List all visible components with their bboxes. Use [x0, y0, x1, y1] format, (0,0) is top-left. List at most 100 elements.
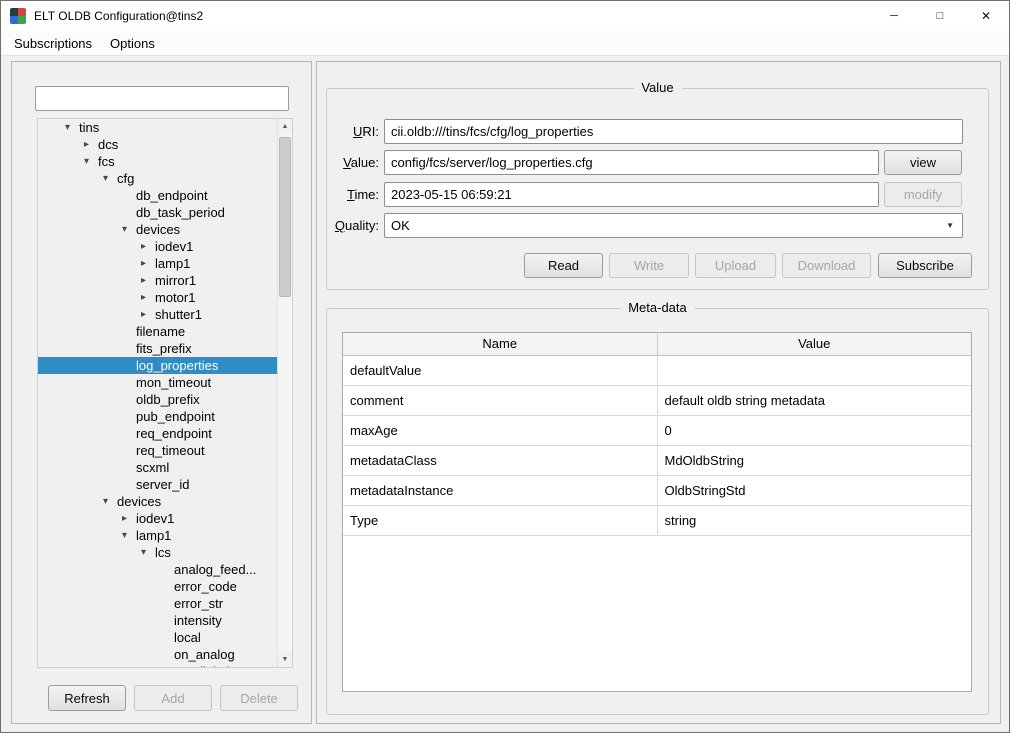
table-row[interactable]: commentdefault oldb string metadata — [343, 386, 971, 416]
tree-item-mon_timeout[interactable]: mon_timeout — [38, 374, 277, 391]
scrollbar-thumb[interactable] — [279, 137, 291, 297]
expander-collapsed-icon[interactable]: ▸ — [122, 510, 136, 527]
tree-item-db_endpoint[interactable]: db_endpoint — [38, 187, 277, 204]
tree-item-db_task_period[interactable]: db_task_period — [38, 204, 277, 221]
tree-item-log_properties[interactable]: log_properties — [38, 357, 277, 374]
tree-item-intensity[interactable]: intensity — [38, 612, 277, 629]
tree-item-filename[interactable]: filename — [38, 323, 277, 340]
expander-expanded-icon[interactable]: ▾ — [84, 153, 98, 170]
oldb-tree: ▾tins▸dcs▾fcs▾cfgdb_endpointdb_task_peri… — [37, 118, 293, 668]
subscribe-button[interactable]: Subscribe — [878, 253, 972, 278]
tree-item-iodev1[interactable]: ▸iodev1 — [38, 238, 277, 255]
expander-collapsed-icon[interactable]: ▸ — [141, 272, 155, 289]
window-title: ELT OLDB Configuration@tins2 — [34, 9, 203, 23]
tree-item-server_id[interactable]: server_id — [38, 476, 277, 493]
tree-item-dcs[interactable]: ▸dcs — [38, 136, 277, 153]
tree-item-shutter1[interactable]: ▸shutter1 — [38, 306, 277, 323]
delete-button[interactable]: Delete — [220, 685, 298, 711]
header-name[interactable]: Name — [343, 333, 658, 355]
table-row[interactable]: metadataClassMdOldbString — [343, 446, 971, 476]
tree-item-label: iodev1 — [136, 510, 174, 527]
tree-item-fits_prefix[interactable]: fits_prefix — [38, 340, 277, 357]
tree-item-devices[interactable]: ▾devices — [38, 221, 277, 238]
tree-item-on_digital[interactable]: on_digital — [38, 663, 277, 667]
uri-input[interactable] — [384, 119, 963, 144]
table-row[interactable]: maxAge0 — [343, 416, 971, 446]
tree-item-iodev1[interactable]: ▸iodev1 — [38, 510, 277, 527]
table-row[interactable]: Typestring — [343, 506, 971, 536]
expander-collapsed-icon[interactable]: ▸ — [141, 289, 155, 306]
refresh-button[interactable]: Refresh — [48, 685, 126, 711]
time-input[interactable] — [384, 182, 879, 207]
chevron-down-icon: ▼ — [946, 214, 954, 237]
expander-collapsed-icon[interactable]: ▸ — [84, 136, 98, 153]
download-button[interactable]: Download — [782, 253, 871, 278]
expander-collapsed-icon[interactable]: ▸ — [141, 238, 155, 255]
scroll-down-icon[interactable]: ▼ — [278, 652, 292, 667]
modify-button[interactable]: modify — [884, 182, 962, 207]
tree-item-error_str[interactable]: error_str — [38, 595, 277, 612]
tree-item-tins[interactable]: ▾tins — [38, 119, 277, 136]
table-row[interactable]: metadataInstanceOldbStringStd — [343, 476, 971, 506]
tree-item-label: lcs — [155, 544, 171, 561]
add-button[interactable]: Add — [134, 685, 212, 711]
tree-item-label: devices — [136, 221, 180, 238]
tree-item-req_timeout[interactable]: req_timeout — [38, 442, 277, 459]
tree-item-label: filename — [136, 323, 185, 340]
expander-expanded-icon[interactable]: ▾ — [122, 221, 136, 238]
tree-item-mirror1[interactable]: ▸mirror1 — [38, 272, 277, 289]
expander-expanded-icon[interactable]: ▾ — [103, 170, 117, 187]
tree-item-fcs[interactable]: ▾fcs — [38, 153, 277, 170]
expander-collapsed-icon[interactable]: ▸ — [141, 255, 155, 272]
tree-item-lamp1[interactable]: ▸lamp1 — [38, 255, 277, 272]
menu-options[interactable]: Options — [101, 33, 164, 54]
table-row[interactable]: defaultValue — [343, 356, 971, 386]
expander-expanded-icon[interactable]: ▾ — [103, 493, 117, 510]
tree-item-pub_endpoint[interactable]: pub_endpoint — [38, 408, 277, 425]
tree-item-motor1[interactable]: ▸motor1 — [38, 289, 277, 306]
tree-item-devices[interactable]: ▾devices — [38, 493, 277, 510]
detail-panel: Value URI: Value: view Time: modify Qual… — [316, 61, 1001, 724]
expander-expanded-icon[interactable]: ▾ — [122, 527, 136, 544]
tree-item-label: mon_timeout — [136, 374, 211, 391]
tree-scrollbar[interactable]: ▲ ▼ — [277, 119, 292, 667]
tree-item-label: iodev1 — [155, 238, 193, 255]
tree-item-scxml[interactable]: scxml — [38, 459, 277, 476]
filter-input[interactable] — [35, 86, 289, 111]
tree-item-label: tins — [79, 119, 99, 136]
maximize-button[interactable]: □ — [917, 1, 963, 31]
meta-name-cell: metadataClass — [343, 446, 658, 475]
tree-item-req_endpoint[interactable]: req_endpoint — [38, 425, 277, 442]
tree-item-on_analog[interactable]: on_analog — [38, 646, 277, 663]
expander-expanded-icon[interactable]: ▾ — [65, 119, 79, 136]
tree-item-label: server_id — [136, 476, 189, 493]
tree-item-cfg[interactable]: ▾cfg — [38, 170, 277, 187]
scroll-up-icon[interactable]: ▲ — [278, 119, 292, 134]
tree-item-label: error_code — [174, 578, 237, 595]
app-window: ELT OLDB Configuration@tins2 ─ □ ✕ Subsc… — [0, 0, 1010, 733]
expander-collapsed-icon[interactable]: ▸ — [141, 306, 155, 323]
tree-item-lamp1[interactable]: ▾lamp1 — [38, 527, 277, 544]
tree-item-local[interactable]: local — [38, 629, 277, 646]
header-value[interactable]: Value — [658, 333, 972, 355]
tree-item-oldb_prefix[interactable]: oldb_prefix — [38, 391, 277, 408]
expander-expanded-icon[interactable]: ▾ — [141, 544, 155, 561]
value-label: Value: — [326, 150, 379, 175]
tree-item-label: scxml — [136, 459, 169, 476]
tree-item-error_code[interactable]: error_code — [38, 578, 277, 595]
tree-rows: ▾tins▸dcs▾fcs▾cfgdb_endpointdb_task_peri… — [38, 119, 277, 667]
value-input[interactable] — [384, 150, 879, 175]
minimize-button[interactable]: ─ — [871, 1, 917, 31]
view-button[interactable]: view — [884, 150, 962, 175]
tree-item-lcs[interactable]: ▾lcs — [38, 544, 277, 561]
write-button[interactable]: Write — [609, 253, 689, 278]
tree-item-label: intensity — [174, 612, 222, 629]
upload-button[interactable]: Upload — [695, 253, 776, 278]
read-button[interactable]: Read — [524, 253, 603, 278]
tree-item-label: db_task_period — [136, 204, 225, 221]
tree-item-label: cfg — [117, 170, 134, 187]
close-button[interactable]: ✕ — [963, 1, 1009, 31]
quality-select[interactable]: OK ▼ — [384, 213, 963, 238]
menu-subscriptions[interactable]: Subscriptions — [5, 33, 101, 54]
tree-item-analog_feed...[interactable]: analog_feed... — [38, 561, 277, 578]
